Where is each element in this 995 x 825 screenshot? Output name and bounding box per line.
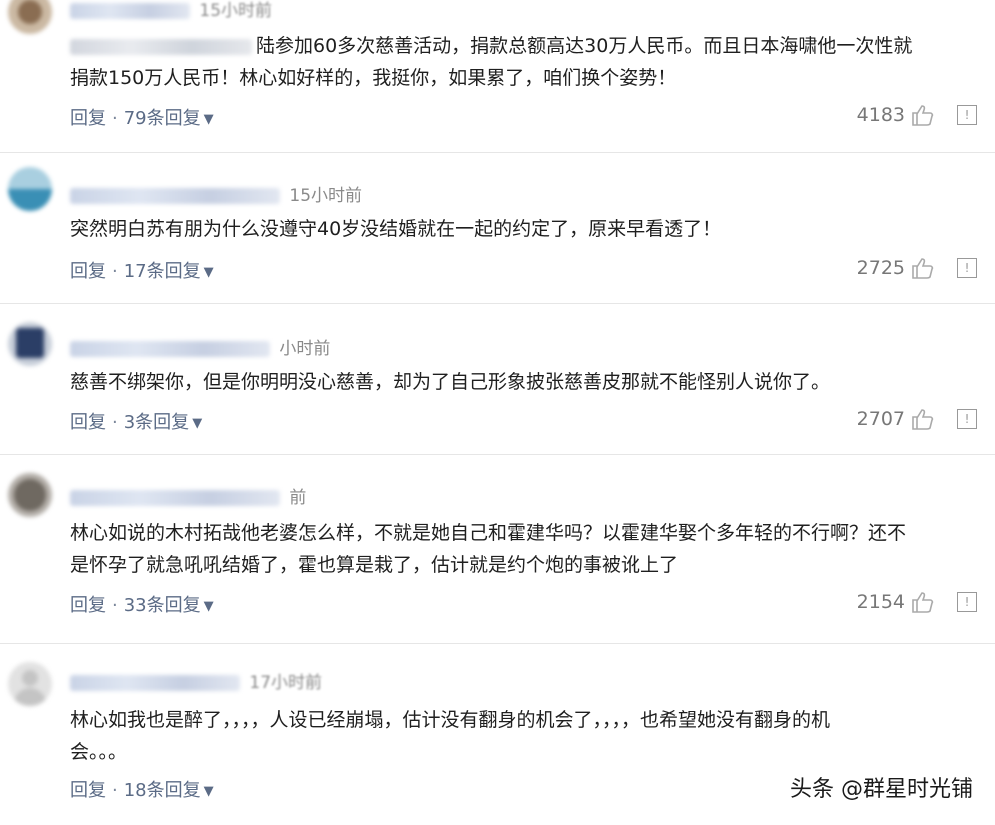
view-replies-button[interactable]: 3条回复 ▼ [124, 412, 202, 433]
like-group: 2725 ! [857, 257, 977, 279]
report-icon[interactable]: ! [957, 105, 977, 125]
thumbs-up-icon[interactable] [911, 408, 935, 430]
chevron-down-icon: ▼ [203, 598, 214, 614]
watermark: 头条 @群星时光铺 [790, 777, 973, 802]
separator: · [112, 595, 118, 616]
comment-item: 15小时前 突然明白苏有朋为什么没遵守40岁没结婚就在一起的约定了，原来早看透了… [0, 153, 995, 301]
comment-meta: 前 [70, 483, 306, 508]
avatar[interactable] [8, 473, 52, 517]
comment-item: 前 林心如说的木村拓哉他老婆怎么样，不就是她自己和霍建华吗？以霍建华娶个多年轻的… [0, 455, 995, 641]
reply-button[interactable]: 回复 [70, 261, 106, 282]
reply-button[interactable]: 回复 [70, 780, 106, 801]
comment-text-line: 捐款150万人民币！林心如好样的，我挺你，如果累了，咱们换个姿势！ [70, 67, 677, 89]
report-icon[interactable]: ! [957, 258, 977, 278]
avatar[interactable] [8, 322, 52, 366]
replies-count: 18条回复 [123, 780, 201, 801]
comment-item: 15小时前 陆参加60多次慈善活动，捐款总额高达30万人民币。而且日本海啸他一次… [0, 0, 995, 150]
comment-text-line: 林心如说的木村拓哉他老婆怎么样，不就是她自己和霍建华吗？以霍建华娶个多年轻的不行… [70, 522, 907, 544]
avatar[interactable] [8, 0, 52, 34]
comment-meta: 15小时前 [70, 0, 272, 21]
username-redacted[interactable] [70, 341, 270, 357]
avatar[interactable] [8, 167, 52, 211]
comment-time: 小时前 [279, 339, 331, 359]
view-replies-button[interactable]: 17条回复 ▼ [124, 261, 214, 282]
replies-count: 79条回复 [123, 108, 201, 129]
separator: · [112, 108, 118, 129]
reply-button[interactable]: 回复 [70, 412, 106, 433]
comment-time: 15小时前 [199, 1, 273, 21]
comment-item: 小时前 慈善不绑架你，但是你明明没心慈善，却为了自己形象披张慈善皮那就不能怪别人… [0, 304, 995, 452]
username-redacted[interactable] [70, 675, 240, 691]
thumbs-up-icon[interactable] [911, 591, 935, 613]
comment-text: 慈善不绑架你，但是你明明没心慈善，却为了自己形象披张慈善皮那就不能怪别人说你了。 [70, 366, 975, 398]
chevron-down-icon: ▼ [203, 264, 214, 280]
comment-text: 林心如说的木村拓哉他老婆怎么样，不就是她自己和霍建华吗？以霍建华娶个多年轻的不行… [70, 517, 975, 581]
avatar[interactable] [8, 662, 52, 706]
comment-actions: 回复 · 18条回复 ▼ [70, 776, 214, 802]
comment-text: 林心如我也是醉了，，，，人设已经崩塌，估计没有翻身的机会了，，，，也希望她没有翻… [70, 704, 975, 768]
chevron-down-icon: ▼ [192, 415, 203, 431]
comment-actions: 回复 · 33条回复 ▼ [70, 591, 214, 617]
comment-text: 陆参加60多次慈善活动，捐款总额高达30万人民币。而且日本海啸他一次性就 捐款1… [70, 30, 975, 94]
like-count: 2707 [856, 408, 905, 430]
chevron-down-icon: ▼ [203, 783, 214, 799]
like-group: 4183 ! [857, 104, 977, 126]
replies-count: 17条回复 [123, 261, 201, 282]
separator: · [112, 261, 118, 282]
comment-time: 前 [289, 488, 307, 508]
report-icon[interactable]: ! [957, 592, 977, 612]
view-replies-button[interactable]: 79条回复 ▼ [124, 108, 214, 129]
reply-button[interactable]: 回复 [70, 108, 106, 129]
comment-text-line: 突然明白苏有朋为什么没遵守40岁没结婚就在一起的约定了，原来早看透了！ [70, 218, 722, 240]
comment-time: 17小时前 [249, 673, 323, 693]
thumbs-up-icon[interactable] [911, 104, 935, 126]
redacted-text [70, 38, 252, 55]
comment-text-line: 会。。。 [70, 741, 128, 763]
like-count: 2154 [856, 591, 905, 613]
comment-time: 15小时前 [289, 186, 363, 206]
comment-text-line: 是怀孕了就急吼吼结婚了，霍也算是栽了，估计就是约个炮的事被讹上了 [70, 554, 679, 576]
replies-count: 33条回复 [123, 595, 201, 616]
username-redacted[interactable] [70, 490, 280, 506]
comment-text-line: 慈善不绑架你，但是你明明没心慈善，却为了自己形象披张慈善皮那就不能怪别人说你了。 [70, 371, 831, 393]
like-count: 4183 [856, 104, 905, 126]
separator: · [112, 412, 118, 433]
comment-text: 突然明白苏有朋为什么没遵守40岁没结婚就在一起的约定了，原来早看透了！ [70, 213, 975, 245]
thumbs-up-icon[interactable] [911, 257, 935, 279]
like-count: 2725 [856, 257, 905, 279]
username-redacted[interactable] [70, 3, 190, 19]
chevron-down-icon: ▼ [203, 111, 214, 127]
comment-actions: 回复 · 17条回复 ▼ [70, 257, 214, 283]
comment-text-line: 陆参加60多次慈善活动，捐款总额高达30万人民币。而且日本海啸他一次性就 [256, 35, 913, 57]
comment-meta: 小时前 [70, 334, 330, 359]
like-group: 2154 ! [857, 591, 977, 613]
username-redacted[interactable] [70, 188, 280, 204]
separator: · [112, 780, 118, 801]
replies-count: 3条回复 [123, 412, 190, 433]
comment-text-line: 林心如我也是醉了，，，，人设已经崩塌，估计没有翻身的机会了，，，，也希望她没有翻… [70, 709, 831, 731]
view-replies-button[interactable]: 18条回复 ▼ [124, 780, 214, 801]
comment-actions: 回复 · 3条回复 ▼ [70, 408, 202, 434]
reply-button[interactable]: 回复 [70, 595, 106, 616]
like-group: 2707 ! [857, 408, 977, 430]
comment-meta: 15小时前 [70, 181, 362, 206]
report-icon[interactable]: ! [957, 409, 977, 429]
comment-actions: 回复 · 79条回复 ▼ [70, 104, 214, 130]
comment-meta: 17小时前 [70, 668, 322, 693]
view-replies-button[interactable]: 33条回复 ▼ [124, 595, 214, 616]
